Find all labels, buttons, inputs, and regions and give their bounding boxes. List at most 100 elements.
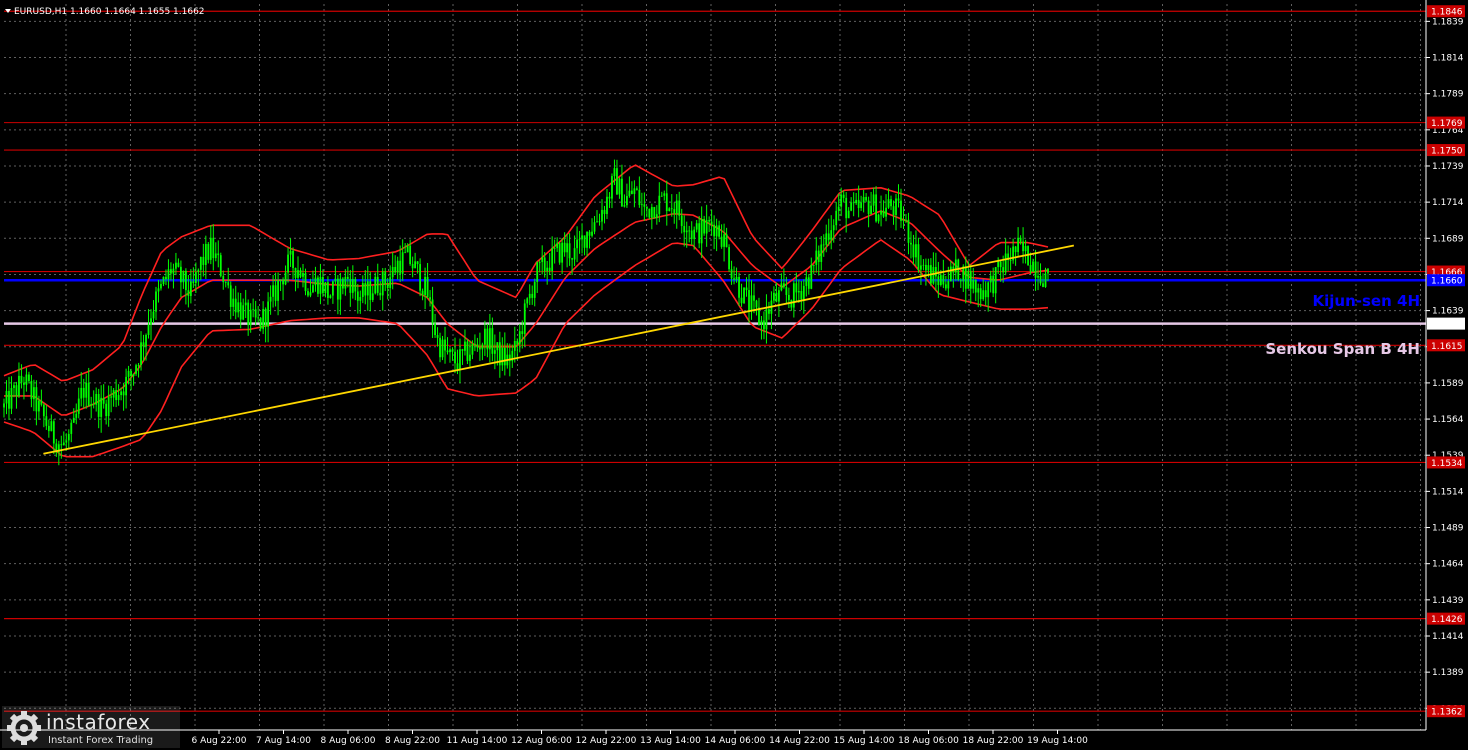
- candle-body: [287, 254, 289, 273]
- candle-body: [949, 266, 952, 282]
- candle-body: [419, 264, 422, 291]
- candle-body: [466, 341, 469, 361]
- candle-body: [47, 425, 50, 432]
- candle-body: [563, 242, 566, 253]
- candle-body: [182, 270, 185, 283]
- candle-body: [648, 208, 651, 218]
- candle-body: [202, 256, 205, 265]
- candle-body: [239, 302, 242, 320]
- candle-body: [317, 277, 319, 294]
- candle-body: [199, 256, 202, 270]
- candle-body: [381, 271, 384, 296]
- candle-body: [768, 309, 770, 314]
- candle-body: [491, 328, 494, 354]
- candle-body: [840, 194, 843, 207]
- candle-body: [780, 283, 783, 291]
- candle-body: [650, 207, 653, 218]
- candle-body: [45, 416, 48, 426]
- candle-body: [309, 292, 312, 296]
- candle-body: [807, 277, 810, 289]
- candle-body: [633, 188, 636, 194]
- candle-body: [977, 288, 980, 293]
- candle-body: [488, 328, 491, 350]
- candle-body: [999, 261, 1002, 268]
- candle-body: [842, 194, 845, 198]
- candle-body: [992, 275, 995, 294]
- candle-body: [469, 354, 471, 361]
- candle-body: [431, 299, 434, 324]
- candle-body: [204, 244, 207, 265]
- candle-body: [733, 278, 735, 280]
- price-tick-label: 1.1689: [1432, 234, 1464, 244]
- candle-body: [688, 230, 691, 232]
- candle-body: [730, 269, 733, 279]
- time-tick-label: 6 Aug 22:00: [192, 736, 247, 746]
- candle-body: [364, 283, 367, 296]
- candle-body: [558, 243, 561, 263]
- candle-body: [65, 440, 68, 443]
- candle-body: [334, 278, 337, 282]
- time-tick-label: 8 Aug 22:00: [385, 736, 440, 746]
- candle-body: [1014, 246, 1017, 253]
- candle-body: [87, 382, 90, 406]
- candle-body: [897, 198, 900, 201]
- candle-body: [493, 350, 496, 354]
- candle-body: [979, 288, 982, 300]
- candle-body: [411, 264, 414, 269]
- candle-body: [416, 261, 419, 265]
- candle-body: [100, 397, 103, 417]
- candle-body: [621, 178, 623, 207]
- candle-body: [910, 242, 912, 245]
- candle-body: [546, 267, 549, 272]
- time-tick-label: 7 Aug 14:00: [256, 736, 311, 746]
- candle-body: [82, 387, 85, 398]
- candle-body: [274, 285, 277, 301]
- candle-body: [496, 342, 499, 351]
- candle-body: [850, 202, 853, 211]
- axis-frame: [0, 0, 1427, 731]
- horizontal-levels: [4, 10, 1426, 712]
- candle-body: [177, 262, 180, 267]
- candle-body: [107, 396, 110, 417]
- candle-body: [994, 267, 997, 294]
- candle-body: [852, 202, 855, 204]
- time-axis[interactable]: 6 Aug 22:00 7 Aug 14:00 8 Aug 06:00 8 Aug 2…: [192, 730, 1089, 746]
- price-box-label: 1.1615: [1431, 342, 1463, 352]
- candle-body: [389, 277, 392, 288]
- candle-body: [827, 233, 830, 241]
- candle-body: [708, 220, 711, 222]
- candle-body: [778, 290, 780, 302]
- candle-body: [219, 255, 222, 277]
- candle-body: [394, 266, 397, 273]
- bollinger-lower-band: [3, 239, 1049, 458]
- candle-body: [518, 331, 521, 345]
- time-tick-label: 15 Aug 14:00: [834, 736, 895, 746]
- candle-body: [516, 340, 519, 345]
- candle-body: [1029, 265, 1032, 272]
- candle-body: [197, 269, 200, 273]
- candle-body: [680, 215, 683, 227]
- price-tick-label: 1.1714: [1432, 198, 1464, 208]
- candle-body: [942, 275, 945, 285]
- time-tick-label: 13 Aug 14:00: [640, 736, 701, 746]
- candle-body: [959, 280, 962, 282]
- candle-body: [454, 351, 456, 364]
- candle-body: [678, 200, 681, 216]
- candle-body: [356, 291, 359, 301]
- trading-chart[interactable]: 1.1839 1.1814 1.1789 1.1764 1.1739 1.1714 1.16…: [0, 0, 1468, 750]
- senkou-span-b-label: Senkou Span B 4H: [1265, 340, 1420, 358]
- candle-body: [501, 347, 504, 366]
- candle-body: [312, 285, 314, 293]
- candle-body: [80, 387, 83, 399]
- candle-body: [50, 421, 53, 432]
- candle-body: [299, 270, 302, 277]
- candle-body: [917, 244, 920, 270]
- candle-body: [860, 202, 863, 209]
- candle-body: [748, 290, 750, 311]
- chart-canvas[interactable]: 1.18391.18141.17891.17641.17391.17141.16…: [0, 0, 1468, 750]
- candle-body: [212, 237, 215, 259]
- candle-body: [446, 350, 449, 353]
- candle-body: [277, 280, 279, 301]
- candle-body: [282, 279, 284, 285]
- candle-body: [451, 349, 454, 352]
